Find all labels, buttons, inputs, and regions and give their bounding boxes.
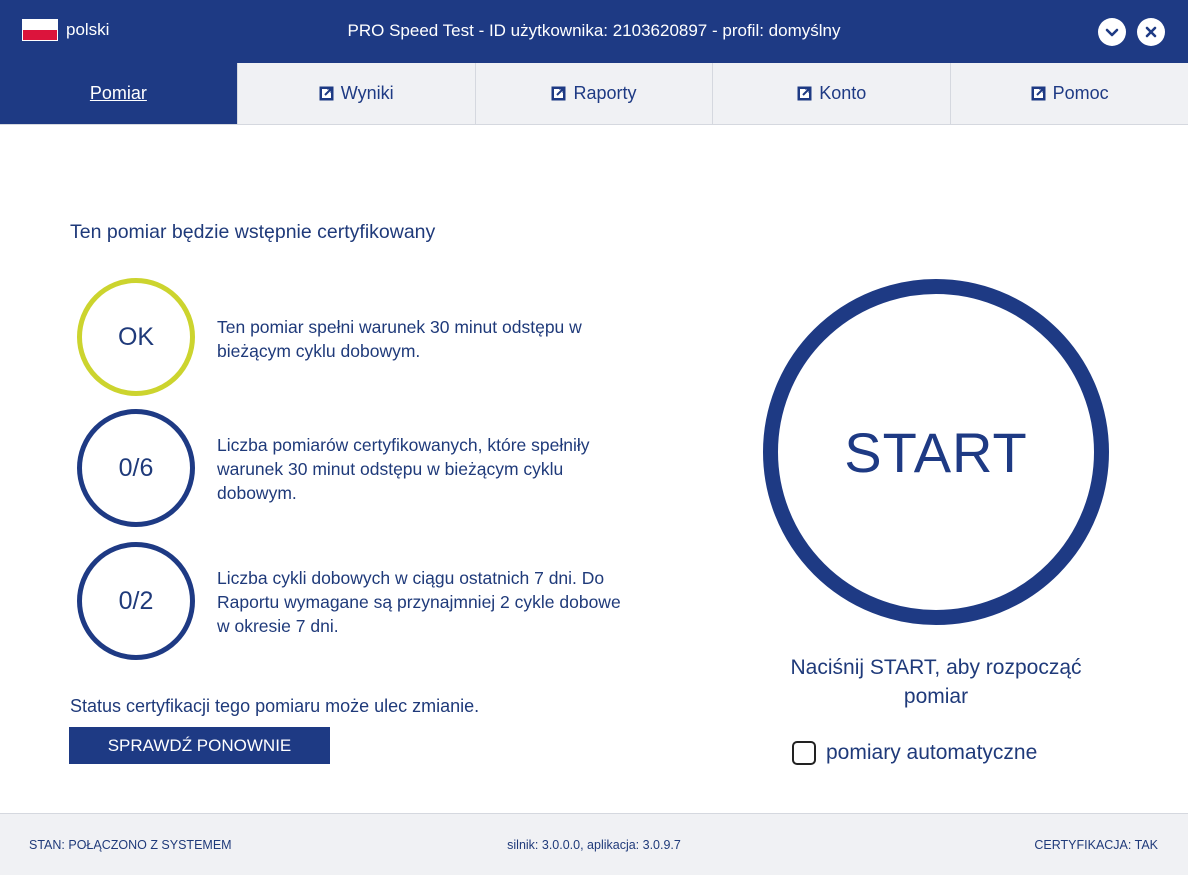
title-bar: polski PRO Speed Test - ID użytkownika: …: [0, 0, 1188, 63]
interval-status-ring: OK: [77, 278, 195, 396]
auto-measurements-toggle[interactable]: pomiary automatyczne: [792, 741, 1037, 765]
certification-status-note: Status certyfikacji tego pomiaru może ul…: [70, 696, 480, 716]
tab-label: Pomoc: [1052, 83, 1109, 103]
auto-measurements-label: pomiary automatyczne: [826, 741, 1038, 764]
tab-label: Raporty: [573, 83, 637, 103]
start-hint: Naciśnij START, aby rozpocząć pomiar: [790, 656, 1082, 708]
chevron-down-icon: [1105, 28, 1119, 37]
certification-heading: Ten pomiar będzie wstępnie certyfikowany: [70, 221, 436, 243]
certification-status: CERTYFIKACJA: TAK: [1034, 838, 1158, 852]
window-title: PRO Speed Test - ID użytkownika: 2103620…: [347, 21, 841, 40]
close-icon: [1145, 26, 1157, 38]
interval-status-text: Ten pomiar spełni warunek 30 minut odstę…: [217, 317, 582, 361]
tab-label: Konto: [819, 83, 867, 103]
daily-cycles-text: Liczba cykli dobowych w ciągu ostatnich …: [217, 568, 621, 636]
external-link-icon: [797, 86, 812, 101]
daily-cycles-ring: 0/2: [77, 542, 195, 660]
status-bar: STAN: POŁĄCZONO Z SYSTEMEM silnik: 3.0.0…: [0, 813, 1188, 875]
auto-measurements-checkbox[interactable]: [792, 741, 816, 765]
close-button[interactable]: [1137, 18, 1165, 46]
tab-pomoc[interactable]: Pomoc: [951, 63, 1188, 124]
certified-count-ring: 0/6: [77, 409, 195, 527]
start-button[interactable]: START: [763, 279, 1109, 625]
tab-pomiar[interactable]: Pomiar: [0, 63, 238, 124]
external-link-icon: [319, 86, 334, 101]
tab-label: Wyniki: [340, 83, 394, 103]
version-info: silnik: 3.0.0.0, aplikacja: 3.0.9.7: [507, 838, 681, 852]
tab-bar: Pomiar Wyniki Raporty Konto Pomoc: [0, 63, 1188, 125]
tab-label: Pomiar: [89, 83, 147, 103]
check-again-button[interactable]: SPRAWDŹ PONOWNIE: [69, 727, 330, 764]
tab-wyniki[interactable]: Wyniki: [238, 63, 476, 124]
tab-konto[interactable]: Konto: [713, 63, 952, 124]
external-link-icon: [551, 86, 566, 101]
minimize-button[interactable]: [1098, 18, 1126, 46]
tab-raporty[interactable]: Raporty: [476, 63, 714, 124]
external-link-icon: [1031, 86, 1046, 101]
certified-count-text: Liczba pomiarów certyfikowanych, które s…: [217, 435, 590, 503]
